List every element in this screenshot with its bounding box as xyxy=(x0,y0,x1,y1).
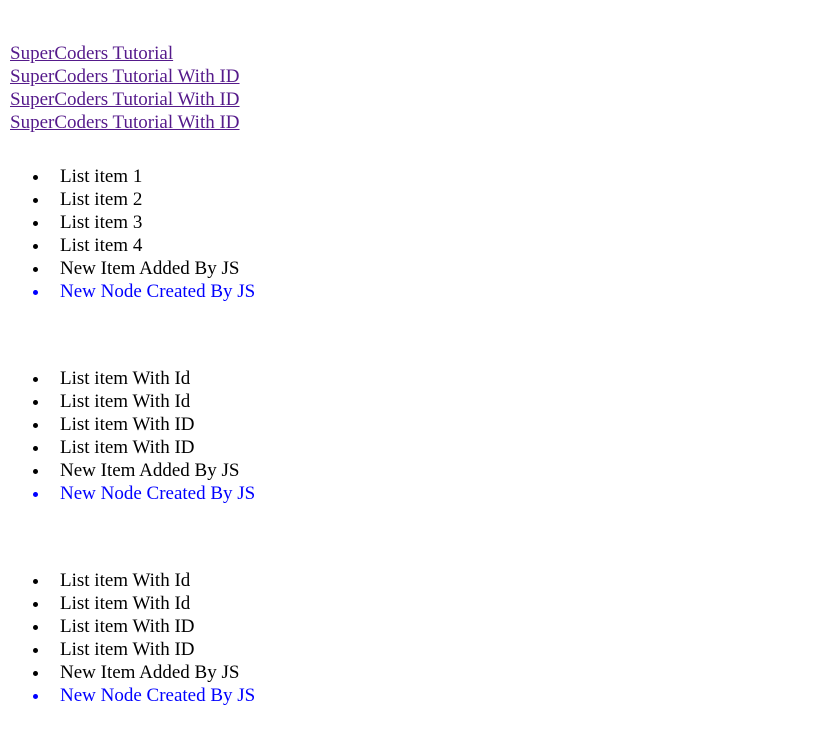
list-item: List item With ID xyxy=(50,615,810,638)
list-one: List item 1 List item 2 List item 3 List… xyxy=(10,165,810,303)
tutorial-link-with-id[interactable]: SuperCoders Tutorial With ID xyxy=(10,88,810,111)
list-item: List item 1 xyxy=(50,165,810,188)
list-three: List item With Id List item With Id List… xyxy=(10,569,810,707)
list-item: List item With ID xyxy=(50,638,810,661)
tutorial-link-with-id[interactable]: SuperCoders Tutorial With ID xyxy=(10,65,810,88)
list-item: List item 3 xyxy=(50,211,810,234)
list-item: List item With Id xyxy=(50,569,810,592)
list-two: List item With Id List item With Id List… xyxy=(10,367,810,505)
list-item: List item 4 xyxy=(50,234,810,257)
page-content: SuperCoders Tutorial SuperCoders Tutoria… xyxy=(10,42,810,707)
list-item: List item With ID xyxy=(50,436,810,459)
list-item-created-node: New Node Created By JS xyxy=(50,684,810,707)
list-item: List item With Id xyxy=(50,367,810,390)
list-item: List item 2 xyxy=(50,188,810,211)
tutorial-link[interactable]: SuperCoders Tutorial xyxy=(10,42,810,65)
tutorial-link-with-id[interactable]: SuperCoders Tutorial With ID xyxy=(10,111,810,134)
tutorial-links: SuperCoders Tutorial SuperCoders Tutoria… xyxy=(10,42,810,134)
list-item: List item With Id xyxy=(50,592,810,615)
list-item-added-by-js: New Item Added By JS xyxy=(50,257,810,280)
list-item: List item With Id xyxy=(50,390,810,413)
list-item: List item With ID xyxy=(50,413,810,436)
list-item-created-node: New Node Created By JS xyxy=(50,280,810,303)
list-item-added-by-js: New Item Added By JS xyxy=(50,459,810,482)
list-item-created-node: New Node Created By JS xyxy=(50,482,810,505)
list-item-added-by-js: New Item Added By JS xyxy=(50,661,810,684)
